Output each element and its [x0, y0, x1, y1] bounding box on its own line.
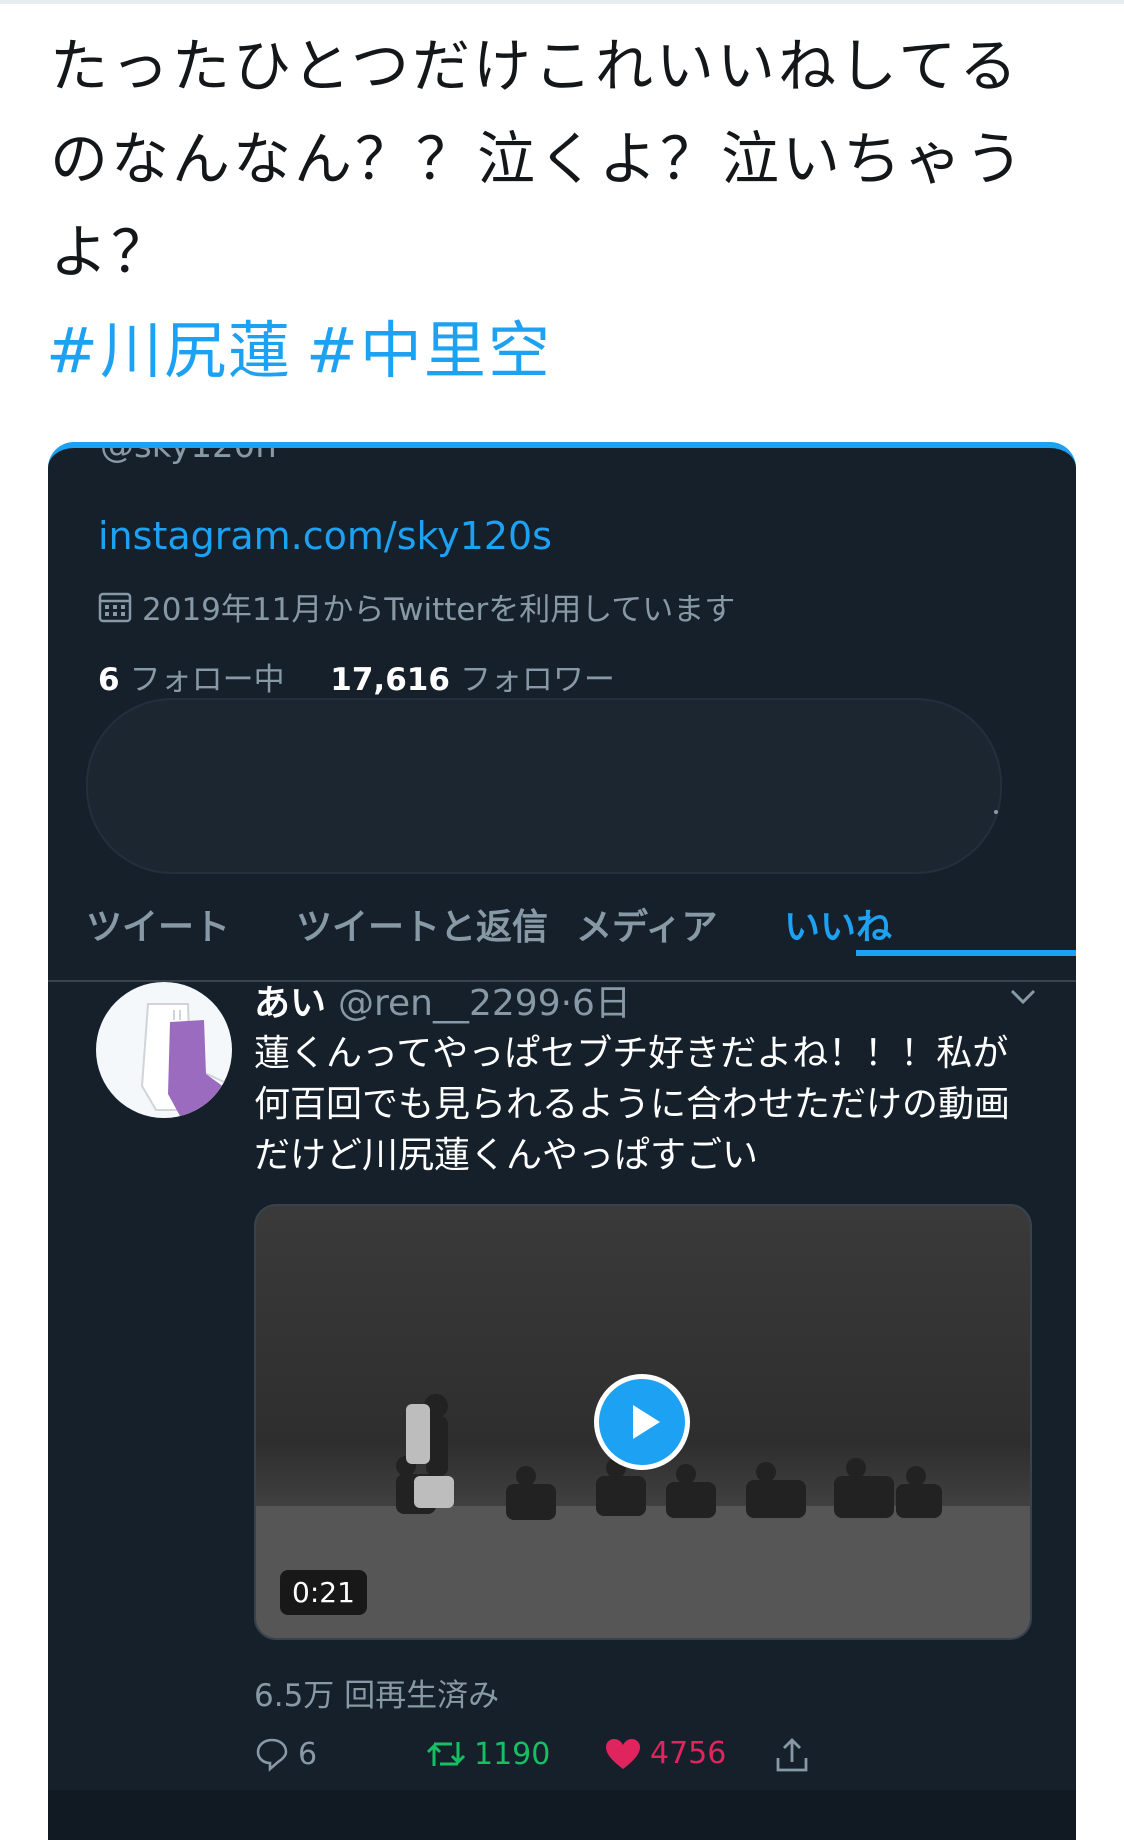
- tab-tweets-and-replies[interactable]: ツイートと返信: [296, 898, 548, 950]
- post-hashtags: #川尻蓮 #中里空: [46, 300, 566, 390]
- following-label: フォロー中: [129, 662, 285, 698]
- retweet-icon: [426, 1742, 466, 1766]
- reply-count: 6: [298, 1736, 318, 1772]
- avatar[interactable]: [96, 982, 232, 1118]
- like-button[interactable]: 4756: [604, 1736, 726, 1771]
- share-button[interactable]: [774, 1736, 818, 1774]
- twitter-screenshot: @sky120n instagram.com/sky120s 2019年11月か…: [48, 442, 1076, 1840]
- tweet-author-handle[interactable]: @ren__2299: [338, 983, 561, 1024]
- profile-handle: @sky120n: [100, 442, 277, 466]
- tab-media[interactable]: メディア: [576, 898, 717, 950]
- sock-icon: [140, 1003, 228, 1116]
- play-icon: [633, 1405, 660, 1439]
- tweet-actions: 6 1190 4756: [254, 1736, 854, 1784]
- hashtag-link[interactable]: #川尻蓮: [46, 314, 292, 387]
- followers-count: 17,616: [330, 662, 450, 698]
- heart-icon: [606, 1738, 640, 1769]
- retweet-count: 1190: [474, 1736, 551, 1772]
- tweet-header: あい @ren__2299·6日: [254, 974, 631, 1026]
- tab-tweets[interactable]: ツイート: [86, 898, 230, 950]
- reply-button[interactable]: 6: [254, 1736, 317, 1772]
- hashtag-link[interactable]: #中里空: [306, 314, 552, 387]
- chevron-down-icon[interactable]: [1008, 986, 1038, 1008]
- top-divider: [0, 0, 1124, 4]
- retweet-button[interactable]: 1190: [426, 1736, 550, 1772]
- tweet-text: 蓮くんってやっぱセブチ好きだよね！！！私が何百回でも見られるように合わせただけの…: [254, 1033, 1011, 1176]
- share-icon: [776, 1738, 808, 1772]
- active-tab-indicator: [856, 950, 1076, 956]
- profile-link[interactable]: instagram.com/sky120s: [98, 514, 552, 558]
- redaction-overlay: [86, 698, 1002, 874]
- follow-counts: 6 フォロー中 17,616 フォロワー: [98, 654, 615, 699]
- post-text: たったひとつだけこれいいねしてるのなんなん？？泣くよ？泣いちゃうよ？: [50, 32, 1027, 286]
- following-link[interactable]: 6 フォロー中: [98, 662, 285, 698]
- video-duration: 0:21: [280, 1570, 367, 1615]
- view-count: 6.5万 回再生済み: [254, 1678, 500, 1714]
- joined-text: 2019年11月からTwitterを利用しています: [142, 592, 736, 628]
- tweet-time: ·6日: [560, 983, 631, 1024]
- stray-dot: [994, 810, 998, 814]
- followers-label: フォロワー: [459, 662, 615, 698]
- like-count: 4756: [650, 1736, 727, 1771]
- reply-icon: [256, 1738, 288, 1772]
- joined-date: 2019年11月からTwitterを利用しています: [98, 584, 735, 629]
- profile-tabs: ツイート ツイートと返信 メディア いいね: [48, 868, 1076, 982]
- play-button[interactable]: [594, 1374, 690, 1470]
- followers-link[interactable]: 17,616 フォロワー: [330, 662, 615, 698]
- tab-likes[interactable]: いいね: [784, 898, 892, 950]
- calendar-icon: [98, 592, 132, 622]
- video-player[interactable]: 0:21: [254, 1204, 1032, 1640]
- following-count: 6: [98, 662, 120, 698]
- next-item-edge: [48, 1790, 1076, 1840]
- tweet-author-name[interactable]: あい: [254, 983, 326, 1024]
